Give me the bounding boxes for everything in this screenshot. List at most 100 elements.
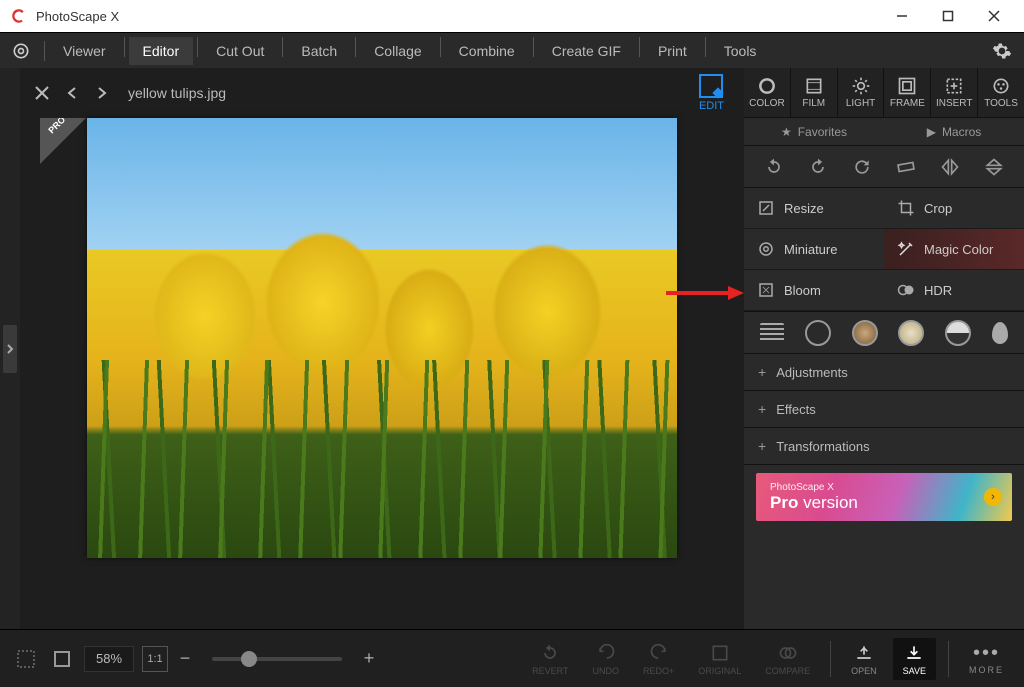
compare-icon xyxy=(777,642,799,664)
crop-button[interactable]: Crop xyxy=(884,188,1024,229)
menu-tab-batch[interactable]: Batch xyxy=(287,37,351,65)
resize-icon xyxy=(756,198,776,218)
preset-circle-1[interactable] xyxy=(805,320,831,346)
separator xyxy=(705,37,706,57)
zoom-slider[interactable] xyxy=(212,657,342,661)
expand-sidebar-button[interactable] xyxy=(3,325,17,373)
compare-button[interactable]: COMPARE xyxy=(757,642,818,676)
tooltab-insert[interactable]: INSERT xyxy=(930,68,977,117)
promo-arrow-icon: › xyxy=(984,488,1002,506)
favorites-button[interactable]: ★Favorites xyxy=(744,118,884,145)
menu-tab-tools[interactable]: Tools xyxy=(710,37,771,65)
magic-color-button[interactable]: Magic Color xyxy=(884,229,1024,270)
separator xyxy=(124,37,125,57)
pro-badge[interactable]: PRO xyxy=(40,118,86,164)
light-icon xyxy=(851,76,871,96)
menu-tab-create-gif[interactable]: Create GIF xyxy=(538,37,635,65)
menu-tab-cut-out[interactable]: Cut Out xyxy=(202,37,278,65)
expand-plus-icon: + xyxy=(758,364,766,380)
zoom-out-button[interactable]: − xyxy=(176,648,194,669)
insert-icon xyxy=(944,76,964,96)
zoom-actual-size[interactable]: 1:1 xyxy=(142,646,168,672)
tool-category-tabs: COLORFILMLIGHTFRAMEINSERTTOOLS xyxy=(744,68,1024,118)
preset-circle-4[interactable] xyxy=(945,320,971,346)
home-icon[interactable] xyxy=(8,38,34,64)
preset-circle-3[interactable] xyxy=(898,320,924,346)
edit-mode-tab[interactable]: EDIT xyxy=(691,74,732,112)
menu-tab-collage[interactable]: Collage xyxy=(360,37,435,65)
menu-tab-print[interactable]: Print xyxy=(644,37,701,65)
prev-file-icon[interactable] xyxy=(62,83,82,103)
redo-button[interactable]: REDO+ xyxy=(635,642,682,676)
window-close-button[interactable] xyxy=(980,2,1008,30)
flip-horizontal-icon[interactable] xyxy=(936,153,964,181)
tooltab-frame[interactable]: FRAME xyxy=(883,68,930,117)
grid-toggle-icon[interactable] xyxy=(12,645,40,673)
frame-icon xyxy=(897,76,917,96)
close-file-icon[interactable] xyxy=(32,83,52,103)
left-gutter xyxy=(0,68,20,629)
hdr-button[interactable]: HDR xyxy=(884,270,1024,311)
open-icon xyxy=(853,642,875,664)
straighten-icon[interactable] xyxy=(892,153,920,181)
adjustments-section[interactable]: +Adjustments xyxy=(744,354,1024,391)
save-button[interactable]: SAVE xyxy=(893,638,936,680)
open-button[interactable]: OPEN xyxy=(843,642,885,676)
transformations-section[interactable]: +Transformations xyxy=(744,428,1024,465)
app-title: PhotoScape X xyxy=(36,9,888,24)
window-minimize-button[interactable] xyxy=(888,2,916,30)
bloom-icon xyxy=(756,280,776,300)
pro-version-promo[interactable]: PhotoScape X Pro version › xyxy=(756,473,1012,521)
tools-icon xyxy=(991,76,1011,96)
revert-button[interactable]: REVERT xyxy=(524,642,576,676)
separator xyxy=(197,37,198,57)
miniature-button[interactable]: Miniature xyxy=(744,229,884,270)
separator xyxy=(948,641,949,677)
tooltab-light[interactable]: LIGHT xyxy=(837,68,884,117)
rotate-ccw-icon[interactable] xyxy=(760,153,788,181)
settings-gear-icon[interactable] xyxy=(988,37,1016,65)
zoom-in-button[interactable]: + xyxy=(360,648,378,669)
menu-tab-viewer[interactable]: Viewer xyxy=(49,37,120,65)
expand-plus-icon: + xyxy=(758,438,766,454)
tooltab-color[interactable]: COLOR xyxy=(744,68,790,117)
filename-label: yellow tulips.jpg xyxy=(128,85,226,101)
preset-list-icon[interactable] xyxy=(760,323,784,343)
macros-button[interactable]: ▶Macros xyxy=(884,118,1024,145)
rotate-flip-row xyxy=(744,146,1024,188)
zoom-slider-thumb[interactable] xyxy=(241,651,257,667)
promo-line1: PhotoScape X xyxy=(770,482,858,493)
favorites-macros-row: ★Favorites ▶Macros xyxy=(744,118,1024,146)
resize-button[interactable]: Resize xyxy=(744,188,884,229)
rotate-cw-icon[interactable] xyxy=(804,153,832,181)
preset-droplet-icon[interactable] xyxy=(992,322,1008,344)
titlebar: PhotoScape X xyxy=(0,0,1024,32)
separator xyxy=(282,37,283,57)
separator xyxy=(355,37,356,57)
menu-tab-editor[interactable]: Editor xyxy=(129,37,194,65)
zoom-percent[interactable]: 58% xyxy=(84,646,134,672)
redo-icon xyxy=(648,642,670,664)
canvas-header: yellow tulips.jpg EDIT xyxy=(20,68,744,118)
expand-plus-icon: + xyxy=(758,401,766,417)
miniature-icon xyxy=(756,239,776,259)
more-button[interactable]: •••MORE xyxy=(961,642,1012,675)
separator xyxy=(533,37,534,57)
original-button[interactable]: ORIGINAL xyxy=(690,642,749,676)
effects-section[interactable]: +Effects xyxy=(744,391,1024,428)
background-toggle-icon[interactable] xyxy=(48,645,76,673)
rotate-fine-icon[interactable] xyxy=(848,153,876,181)
preset-circle-2[interactable] xyxy=(852,320,878,346)
window-maximize-button[interactable] xyxy=(934,2,962,30)
bloom-button[interactable]: Bloom xyxy=(744,270,884,311)
tooltab-tools[interactable]: TOOLS xyxy=(977,68,1024,117)
undo-icon xyxy=(595,642,617,664)
image-canvas[interactable] xyxy=(87,118,677,558)
flip-vertical-icon[interactable] xyxy=(980,153,1008,181)
original-icon xyxy=(709,642,731,664)
menu-tab-combine[interactable]: Combine xyxy=(445,37,529,65)
undo-button[interactable]: UNDO xyxy=(585,642,628,676)
next-file-icon[interactable] xyxy=(92,83,112,103)
app-logo-icon xyxy=(10,7,28,25)
tooltab-film[interactable]: FILM xyxy=(790,68,837,117)
